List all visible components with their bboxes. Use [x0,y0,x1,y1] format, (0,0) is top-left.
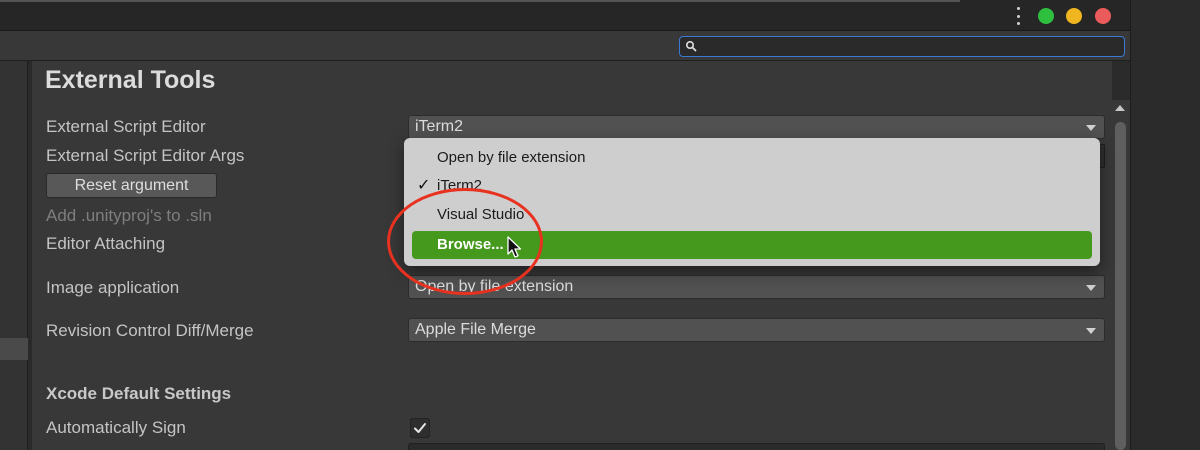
xcode-next-field[interactable] [408,443,1105,450]
menu-item-label: Open by file extension [437,149,586,166]
external-script-editor-dropdown[interactable]: iTerm2 [408,115,1105,139]
scroll-up-icon[interactable] [1115,105,1125,111]
revision-control-dropdown[interactable]: Apple File Merge [408,318,1105,342]
title-bar-edge [0,0,960,2]
menu-item-iterm2[interactable]: ✓ iTerm2 [404,172,1100,200]
chevron-down-icon [1086,328,1096,334]
reset-argument-button[interactable]: Reset argument [46,173,217,198]
page-title: External Tools [45,66,216,94]
chevron-down-icon [1086,125,1096,131]
editor-attaching-label: Editor Attaching [46,234,166,253]
chevron-down-icon [1086,285,1096,291]
scrollbar-thumb[interactable] [1115,122,1126,450]
sidebar-item-external-tools[interactable] [0,338,28,360]
title-bar [0,0,1130,31]
menu-item-open-by-file-extension[interactable]: Open by file extension [404,144,1100,172]
preferences-sidebar [0,61,28,450]
search-input[interactable] [679,36,1125,57]
minimize-button[interactable] [1066,8,1082,24]
automatically-sign-checkbox[interactable] [410,418,430,438]
mouse-pointer-icon [507,236,522,258]
automatically-sign-label: Automatically Sign [46,418,186,437]
search-icon [685,40,697,52]
maximize-button[interactable] [1038,8,1054,24]
external-script-editor-label: External Script Editor [46,117,206,136]
external-script-editor-value: iTerm2 [415,118,464,135]
unity-preferences-window: External Tools External Script Editor iT… [0,0,1200,450]
add-unityproj-label: Add .unityproj's to .sln [46,206,212,225]
toolbar [0,31,1130,61]
xcode-section-title: Xcode Default Settings [46,384,232,403]
background-window [1130,0,1200,450]
close-button[interactable] [1095,8,1111,24]
checkmark-icon [414,423,426,433]
vertical-scrollbar[interactable] [1112,100,1130,450]
external-script-editor-args-label: External Script Editor Args [46,146,245,165]
more-vertical-icon[interactable] [1012,7,1024,25]
revision-control-label: Revision Control Diff/Merge [46,321,254,340]
revision-control-value: Apple File Merge [415,321,536,338]
image-application-label: Image application [46,278,180,297]
